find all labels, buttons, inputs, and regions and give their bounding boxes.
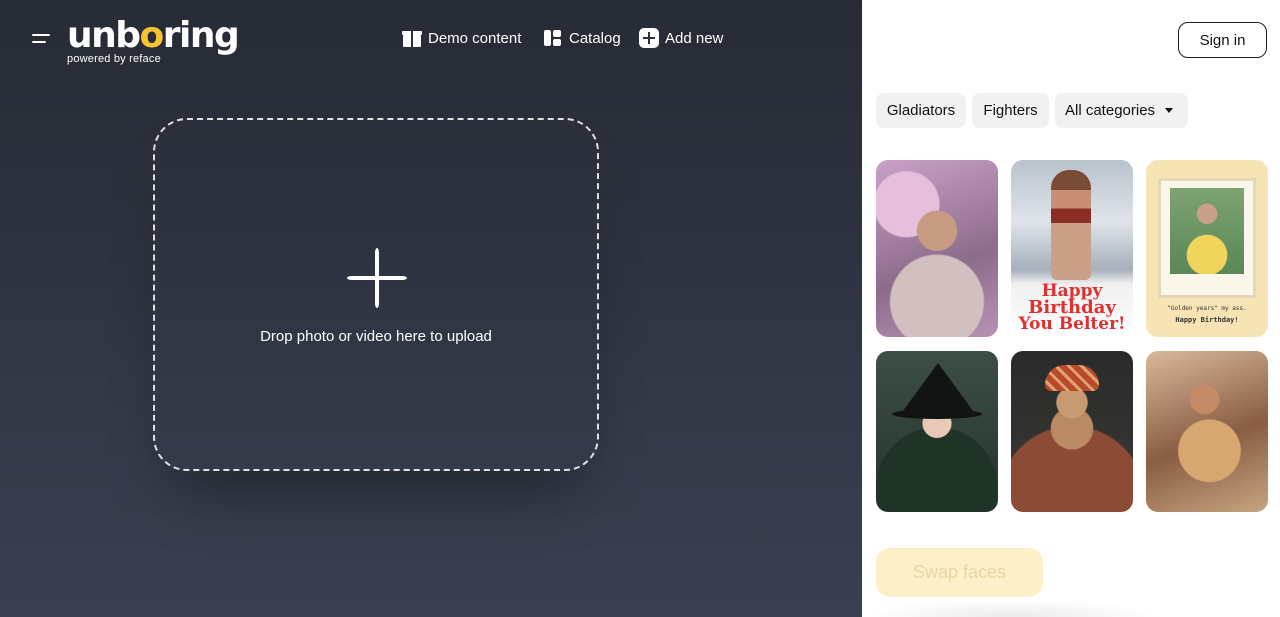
caret-down-icon xyxy=(1165,108,1174,113)
nav-add-new-label: Add new xyxy=(665,29,724,47)
thumb-caption: "Golden years" my ass. xyxy=(1167,305,1247,312)
template-thumb-man-with-turban[interactable] xyxy=(1011,351,1133,512)
filter-chip-gladiators[interactable]: Gladiators xyxy=(876,93,966,128)
logo-wordmark: unboring xyxy=(67,15,240,56)
template-panel: Sign in Gladiators Fighters All categori… xyxy=(862,0,1280,617)
bottom-fade xyxy=(862,599,1162,617)
upload-instruction: Drop photo or video here to upload xyxy=(260,328,492,345)
filter-chip-label: Fighters xyxy=(983,102,1038,119)
filter-chip-label: All categories xyxy=(1065,102,1156,119)
hamburger-menu-icon[interactable] xyxy=(28,28,54,50)
nav-demo-content[interactable]: Demo content xyxy=(402,28,521,48)
template-thumb-golden-years-card[interactable]: "Golden years" my ass. Happy Birthday! xyxy=(1146,160,1268,337)
template-thumb-dancer[interactable] xyxy=(1146,351,1268,512)
thumb-caption: You Belter! xyxy=(1018,314,1126,334)
all-categories-dropdown[interactable]: All categories xyxy=(1055,93,1188,128)
plus-sparkle-icon xyxy=(347,248,407,308)
upload-panel: unboring powered by reface Demo content … xyxy=(0,0,862,617)
gift-icon xyxy=(402,28,422,48)
sign-in-button[interactable]: Sign in xyxy=(1178,22,1267,58)
app-logo[interactable]: unboring powered by reface xyxy=(67,15,240,66)
template-thumb-birthday-card[interactable]: Happy Birthday You Belter! xyxy=(1011,160,1133,337)
swap-faces-button[interactable]: Swap faces xyxy=(876,548,1043,597)
nav-demo-content-label: Demo content xyxy=(428,29,522,47)
template-thumb-witch-hat[interactable] xyxy=(876,351,998,512)
nav-catalog[interactable]: Catalog xyxy=(543,28,621,48)
template-thumb-woman-in-flowers[interactable] xyxy=(876,160,998,337)
thumb-frame xyxy=(1158,178,1256,298)
nav-add-new[interactable]: Add new xyxy=(639,28,723,48)
catalog-grid-icon xyxy=(543,28,563,48)
filter-chip-fighters[interactable]: Fighters xyxy=(972,93,1049,128)
thumb-figure xyxy=(1051,170,1091,280)
add-square-icon xyxy=(639,28,659,48)
nav-catalog-label: Catalog xyxy=(569,29,621,47)
filter-chip-label: Gladiators xyxy=(886,102,956,119)
thumb-caption: Happy Birthday! xyxy=(1175,316,1239,324)
upload-dropzone[interactable]: Drop photo or video here to upload xyxy=(153,118,599,471)
